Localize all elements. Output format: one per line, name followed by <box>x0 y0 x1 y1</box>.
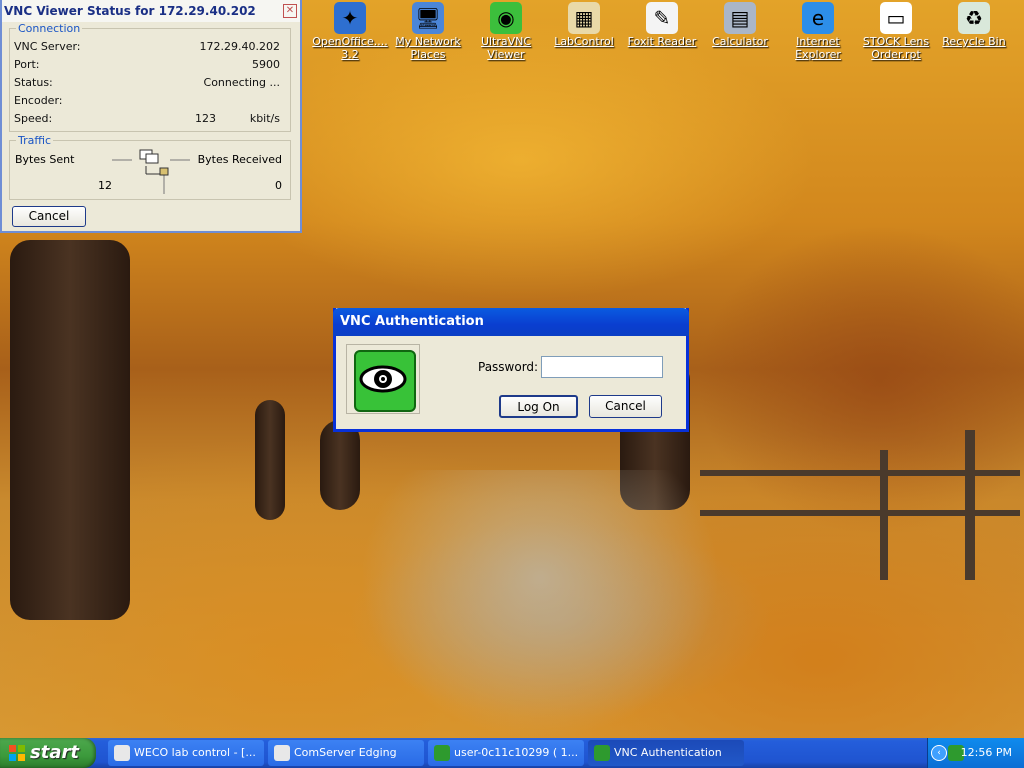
openoffice-icon: ✦ <box>334 2 366 34</box>
taskbar-item-user-session[interactable]: user-0c11c10299 ( 1... <box>428 740 584 766</box>
desktop-icon-my-network-places[interactable]: 🖥 My Network Places <box>389 0 467 61</box>
ultravnc-app-icon <box>594 745 610 761</box>
taskbar-item-comserver-edging[interactable]: ComServer Edging <box>268 740 424 766</box>
row-label: VNC Server: <box>14 40 81 53</box>
calculator-icon: ▤ <box>724 2 756 34</box>
taskbar: start WECO lab control - [... ComServer … <box>0 738 1024 768</box>
row-label: Speed: <box>14 112 53 125</box>
tree-trunk-left <box>10 240 130 620</box>
desktop-icon-ultravnc-viewer[interactable]: ◉ UltraVNC Viewer <box>467 0 545 61</box>
connection-legend: Connection <box>18 22 81 35</box>
desktop-icon-recycle-bin[interactable]: ♻ Recycle Bin <box>935 0 1013 48</box>
log-on-button[interactable]: Log On <box>499 395 578 418</box>
bytes-received-label: Bytes Received <box>197 153 282 166</box>
vnc-app-icon <box>114 745 130 761</box>
tree-trunk <box>255 400 285 520</box>
desktop-icon-foxit-reader[interactable]: ✎ Foxit Reader <box>623 0 701 48</box>
desktop-icon-calculator[interactable]: ▤ Calculator <box>701 0 779 48</box>
taskbar-item-weco-lab-control[interactable]: WECO lab control - [... <box>108 740 264 766</box>
start-button[interactable]: start <box>0 738 96 768</box>
bytes-sent-label: Bytes Sent <box>15 153 75 166</box>
recycle-bin-icon: ♻ <box>958 2 990 34</box>
network-activity-icon <box>112 146 190 194</box>
vnc-server-value: 172.29.40.202 <box>199 40 280 53</box>
status-cancel-button[interactable]: Cancel <box>12 206 86 227</box>
desktop-icon-openoffice[interactable]: ✦ OpenOffice.... 3.2 <box>311 0 389 61</box>
taskbar-item-label: VNC Authentication <box>614 746 722 759</box>
row-label: Port: <box>14 58 40 71</box>
auth-dialog-title: VNC Authentication <box>340 314 484 329</box>
network-places-icon: 🖥 <box>412 2 444 34</box>
taskbar-item-label: WECO lab control - [... <box>134 746 256 759</box>
ultravnc-eye-icon: ◉ <box>490 2 522 34</box>
auth-dialog-titlebar[interactable]: VNC Authentication <box>333 308 689 336</box>
status-row-status: Status: Connecting ... <box>14 76 294 92</box>
clock[interactable]: 12:56 PM <box>961 738 1012 768</box>
windows-logo-icon <box>9 745 25 761</box>
tree-trunk <box>320 420 360 510</box>
status-row-vnc-server: VNC Server: 172.29.40.202 <box>14 40 294 56</box>
system-tray: ‹ 12:56 PM <box>927 738 1024 768</box>
close-icon[interactable]: ✕ <box>283 4 297 18</box>
ultravnc-logo-icon <box>346 344 420 414</box>
bytes-sent-value: 12 <box>98 179 112 192</box>
status-row-port: Port: 5900 <box>14 58 294 74</box>
taskbar-item-label: ComServer Edging <box>294 746 397 759</box>
bytes-received-value: 0 <box>275 179 282 192</box>
chevron-left-icon[interactable]: ‹ <box>931 745 947 761</box>
desktop-icon-internet-explorer[interactable]: e Internet Explorer <box>779 0 857 61</box>
vnc-authentication-dialog: VNC Authentication Password: Log On Canc… <box>333 308 689 432</box>
password-label: Password: <box>478 360 539 374</box>
speed-value: 123 <box>195 112 216 125</box>
status-window-title: VNC Viewer Status for 172.29.40.202 <box>4 4 256 18</box>
row-label: Status: <box>14 76 53 89</box>
status-row-speed: Speed: 123 kbit/s <box>14 112 294 128</box>
desktop-icon-stock-lens-order[interactable]: ▭ STOCK Lens Order.rpt <box>857 0 935 61</box>
desktop-icon-labcontrol[interactable]: ▦ LabControl <box>545 0 623 48</box>
traffic-legend: Traffic <box>18 134 52 147</box>
port-value: 5900 <box>252 58 280 71</box>
foxit-reader-icon: ✎ <box>646 2 678 34</box>
start-label: start <box>30 742 79 763</box>
report-file-icon: ▭ <box>880 2 912 34</box>
labcontrol-icon: ▦ <box>568 2 600 34</box>
desktop-background: ✦ OpenOffice.... 3.2 🖥 My Network Places… <box>0 0 1024 738</box>
speed-unit: kbit/s <box>249 112 280 125</box>
auth-cancel-button[interactable]: Cancel <box>589 395 662 418</box>
leaf-path <box>360 470 720 738</box>
status-row-encoder: Encoder: <box>14 94 294 110</box>
fence-post <box>965 430 975 580</box>
vnc-viewer-status-window: VNC Viewer Status for 172.29.40.202 ✕ Co… <box>0 0 302 233</box>
ultravnc-app-icon <box>434 745 450 761</box>
row-label: Encoder: <box>14 94 63 107</box>
taskbar-item-label: user-0c11c10299 ( 1... <box>454 746 579 759</box>
status-value: Connecting ... <box>203 76 280 89</box>
internet-explorer-icon: e <box>802 2 834 34</box>
password-input[interactable] <box>541 356 663 378</box>
fence-post <box>880 450 888 580</box>
vnc-app-icon <box>274 745 290 761</box>
taskbar-item-vnc-authentication[interactable]: VNC Authentication <box>588 740 744 766</box>
status-window-titlebar[interactable]: VNC Viewer Status for 172.29.40.202 ✕ <box>2 0 300 22</box>
